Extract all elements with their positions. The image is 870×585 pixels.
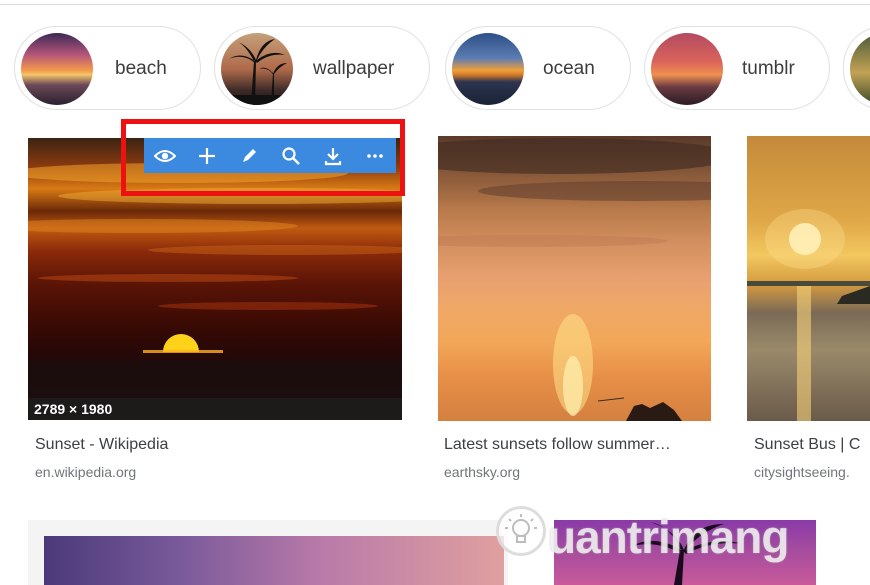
result-source[interactable]: citysightseeing. [754, 464, 870, 480]
image-dimensions-bar: 2789 × 1980 [28, 398, 402, 420]
chip-more[interactable] [843, 26, 870, 110]
result-image[interactable] [438, 136, 711, 421]
related-searches-bar: beach wallpaper ocean tumblr [14, 26, 870, 112]
chip-tumblr[interactable]: tumblr [644, 26, 830, 110]
lightbulb-icon [496, 506, 546, 556]
chip-wallpaper[interactable]: wallpaper [214, 26, 430, 110]
chip-thumbnail [21, 33, 93, 105]
watermark: uantrimang [496, 500, 826, 570]
chip-beach[interactable]: beach [14, 26, 201, 110]
chip-thumbnail [651, 33, 723, 105]
sunset-scene [747, 209, 870, 421]
chip-label: ocean [543, 58, 595, 79]
chip-thumbnail [452, 33, 524, 105]
result-title[interactable]: Sunset Bus | C [754, 436, 870, 454]
top-divider [0, 4, 870, 5]
highlight-box [121, 119, 405, 196]
chip-ocean[interactable]: ocean [445, 26, 631, 110]
result-frame [28, 520, 508, 585]
image-dimensions: 2789 × 1980 [34, 401, 113, 417]
chip-thumbnail [221, 33, 293, 105]
chip-label: wallpaper [313, 58, 395, 79]
result-source[interactable]: earthsky.org [444, 464, 712, 480]
result-title[interactable]: Sunset - Wikipedia [35, 436, 395, 454]
chip-label: beach [115, 58, 167, 79]
watermark-text: uantrimang [548, 511, 789, 563]
sunset-scene [438, 138, 711, 421]
result-image[interactable] [44, 536, 504, 585]
palm-silhouette [221, 39, 293, 105]
chip-thumbnail [850, 33, 870, 105]
result-title[interactable]: Latest sunsets follow summer… [444, 436, 712, 454]
chip-label: tumblr [742, 58, 795, 79]
result-image[interactable] [747, 136, 870, 421]
result-source[interactable]: en.wikipedia.org [35, 464, 395, 480]
